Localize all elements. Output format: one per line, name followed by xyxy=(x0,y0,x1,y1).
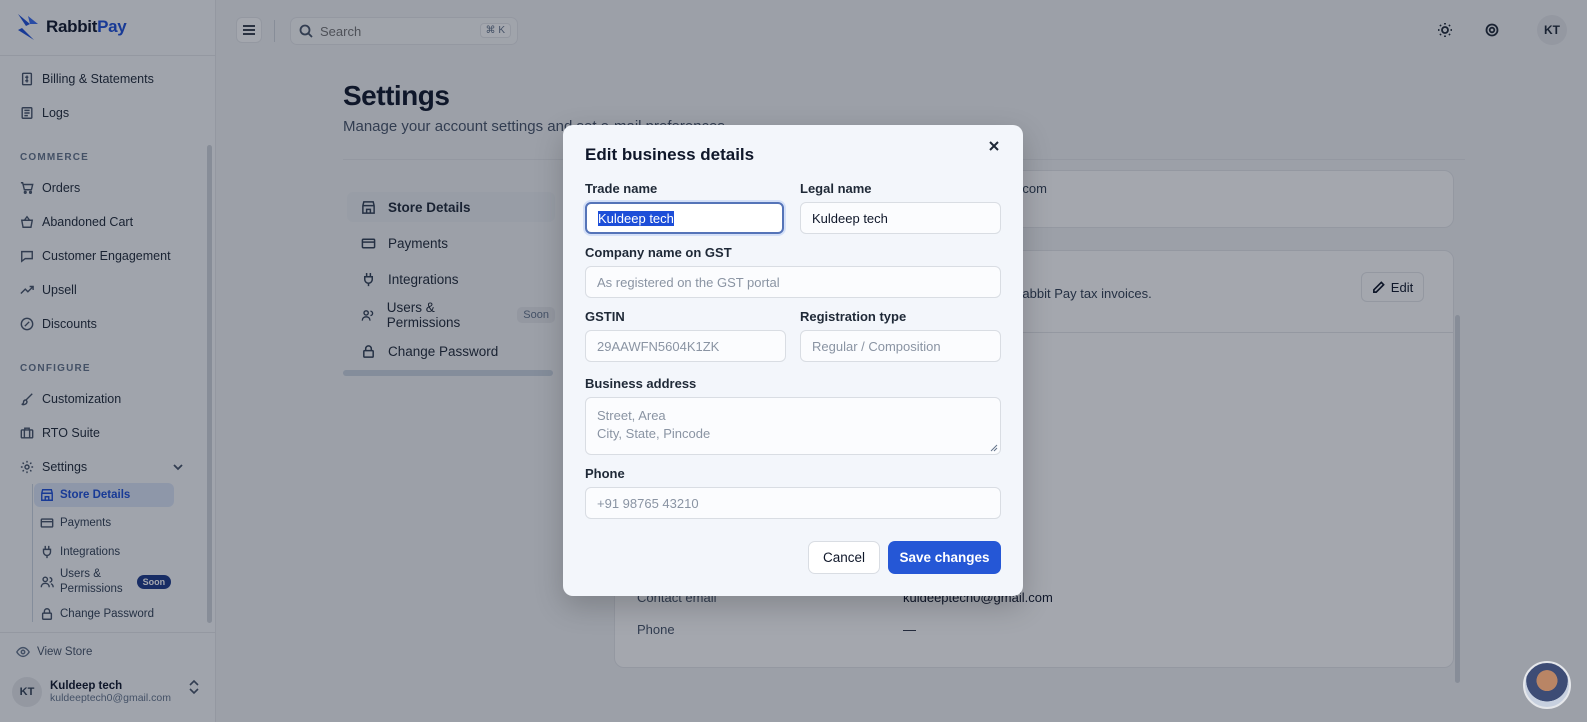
legal-name-input[interactable]: Kuldeep tech xyxy=(800,202,1001,234)
dialog-title: Edit business details xyxy=(585,145,755,164)
edit-business-dialog: Edit business details Trade name Kuldeep… xyxy=(563,125,1023,596)
gst-company-placeholder: As registered on the GST portal xyxy=(597,274,780,290)
gst-company-input[interactable]: As registered on the GST portal xyxy=(585,266,1001,298)
gstin-input[interactable]: 29AAWFN5604K1ZK xyxy=(585,330,786,362)
trade-name-input[interactable]: Kuldeep tech xyxy=(585,202,784,234)
phone-placeholder: +91 98765 43210 xyxy=(597,495,699,511)
legal-name-label: Legal name xyxy=(800,181,872,196)
legal-name-value: Kuldeep tech xyxy=(812,210,888,226)
cancel-button[interactable]: Cancel xyxy=(808,541,880,574)
business-address-textarea[interactable]: Street, Area City, State, Pincode xyxy=(585,397,1001,455)
gstin-placeholder: 29AAWFN5604K1ZK xyxy=(597,338,720,354)
address-placeholder-line1: Street, Area xyxy=(597,408,666,423)
close-button[interactable] xyxy=(987,139,1001,153)
close-icon xyxy=(989,141,999,151)
resize-grip-icon[interactable] xyxy=(990,444,998,452)
registration-type-label: Registration type xyxy=(800,309,907,324)
registration-type-input[interactable]: Regular / Composition xyxy=(800,330,1001,362)
support-chat-avatar[interactable] xyxy=(1523,661,1571,709)
gst-company-label: Company name on GST xyxy=(585,245,732,260)
trade-name-label: Trade name xyxy=(585,181,658,196)
address-placeholder-line2: City, State, Pincode xyxy=(597,426,711,441)
phone-label: Phone xyxy=(585,466,625,481)
save-changes-button[interactable]: Save changes xyxy=(888,541,1001,574)
registration-type-placeholder: Regular / Composition xyxy=(812,338,941,354)
trade-name-value: Kuldeep tech xyxy=(598,210,674,226)
gstin-label: GSTIN xyxy=(585,309,625,324)
phone-input[interactable]: +91 98765 43210 xyxy=(585,487,1001,519)
business-address-label: Business address xyxy=(585,376,697,391)
